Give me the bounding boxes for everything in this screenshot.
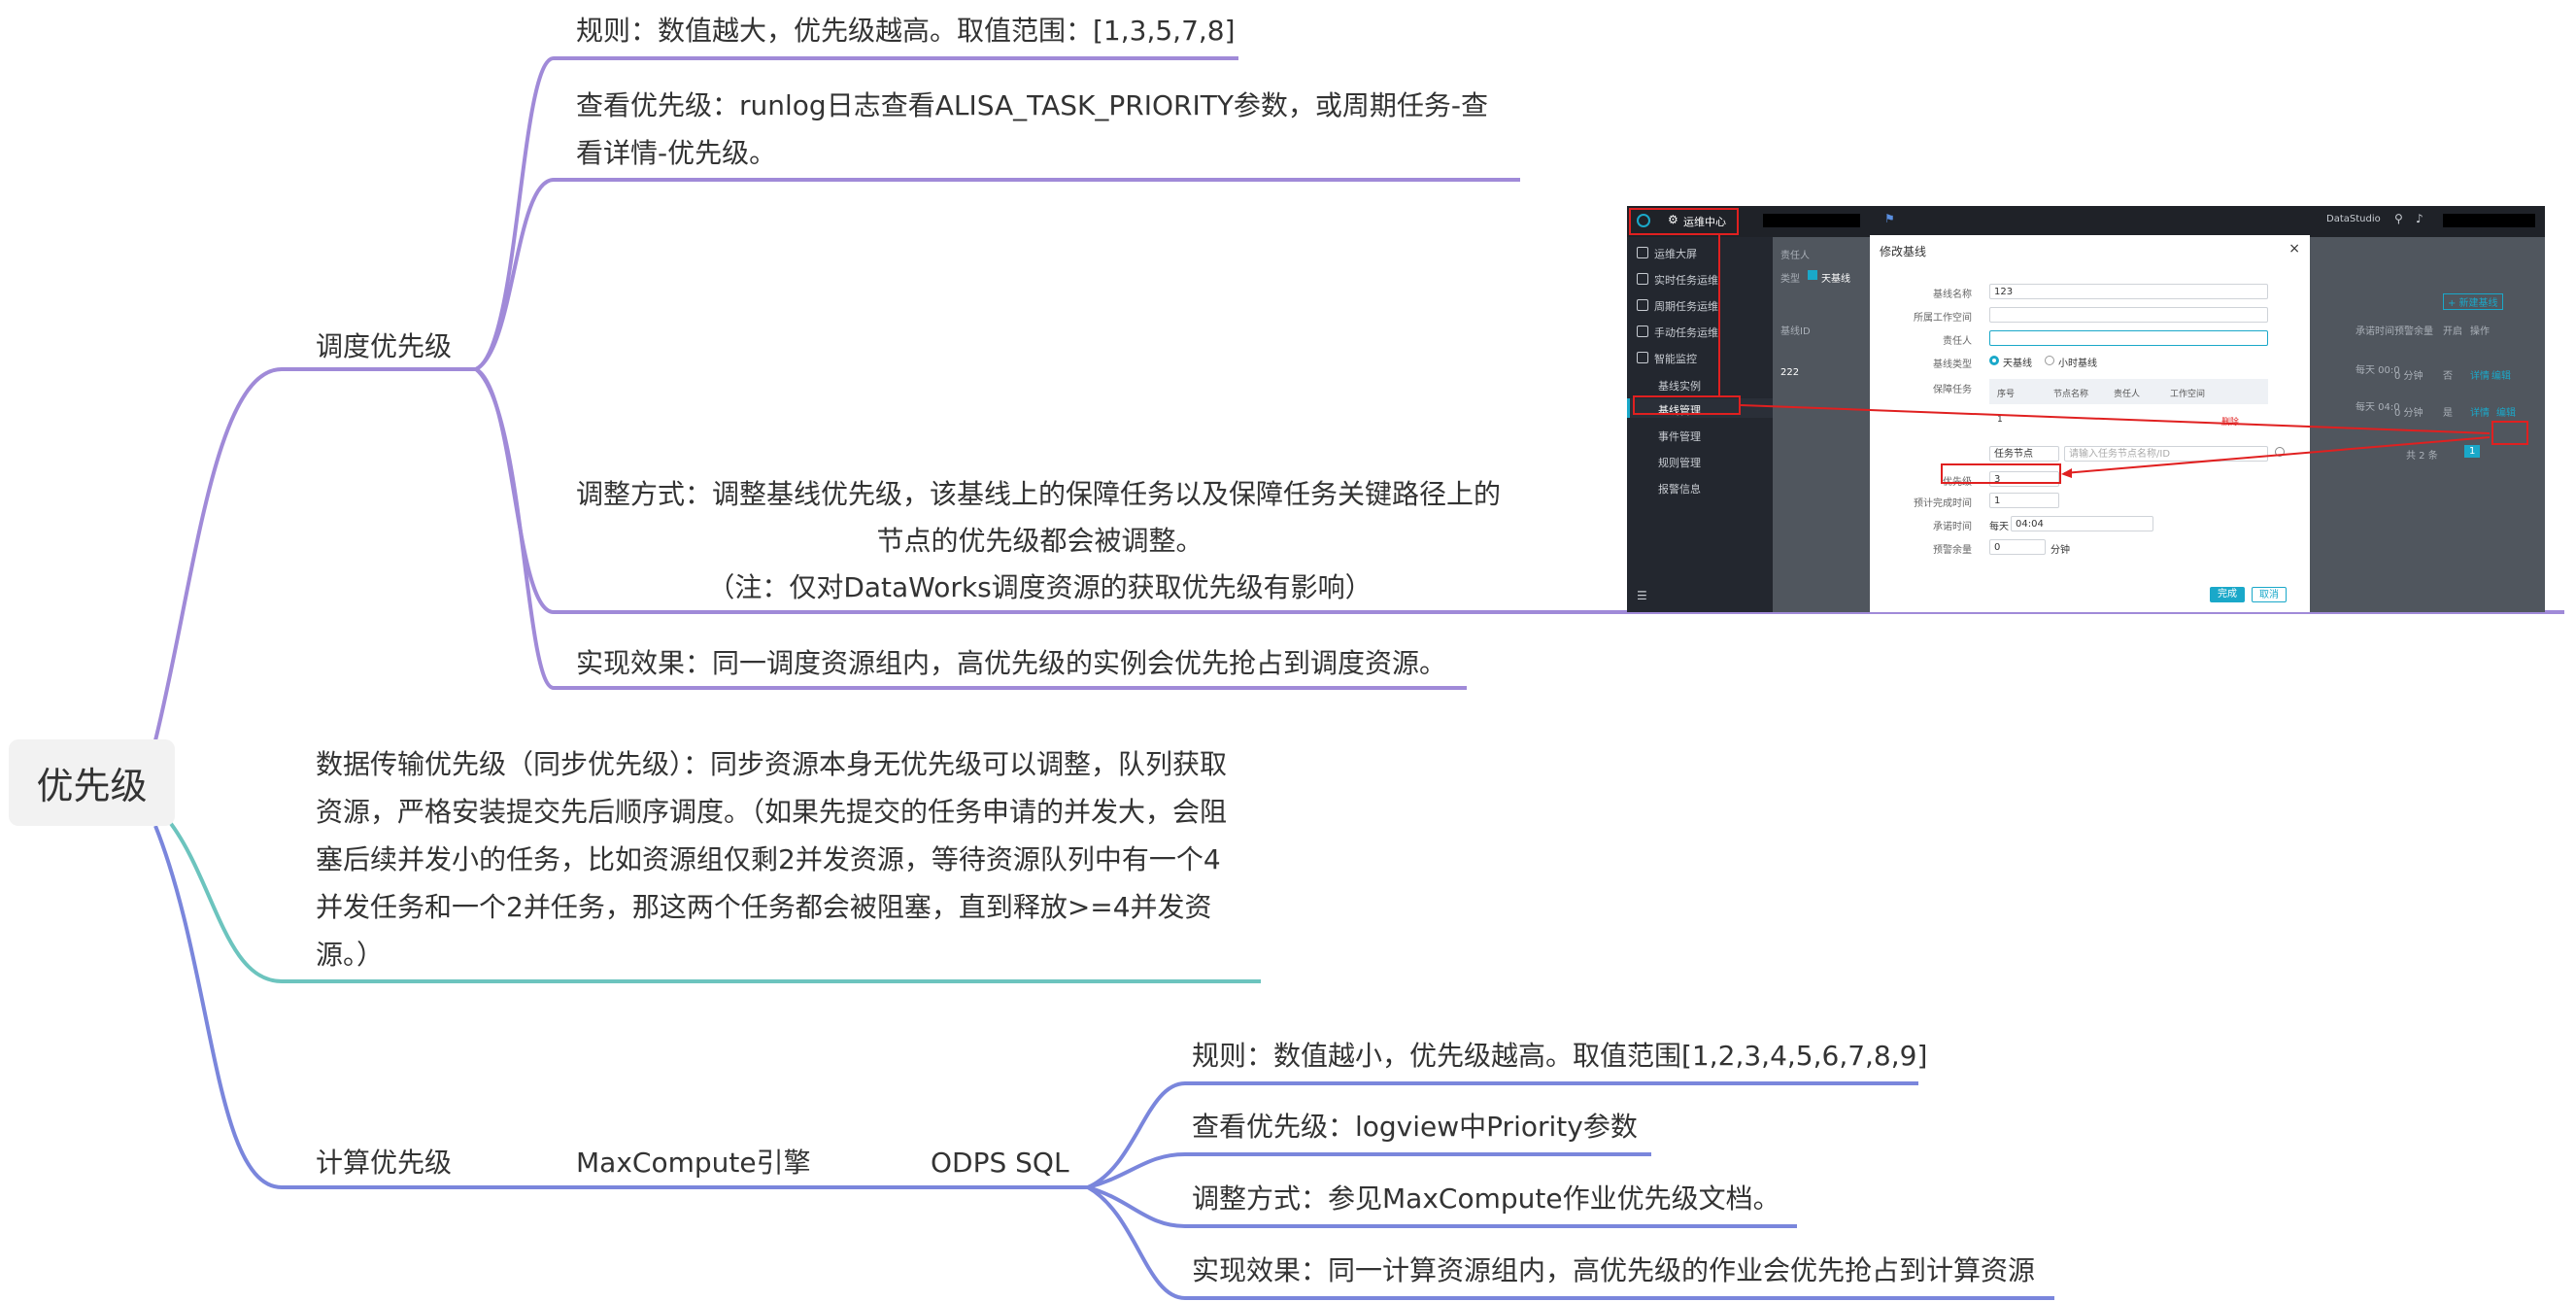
branch-scheduling [153,367,283,741]
node-sched-adjust-line3: （注：仅对DataWorks调度资源的获取优先级有影响） [707,571,1373,603]
branch-sched-view [474,178,555,371]
branch-sched-effect [474,367,555,690]
node-compute-rule[interactable]: 规则：数值越小，优先级越高。取值范围[1,2,3,4,5,6,7,8,9] [1192,1032,1927,1079]
node-sched-adjust-line1[interactable]: 调整方式：调整基线优先级，该基线上的保障任务以及保障任务关键路径上的 [576,470,1501,518]
annotation-arrows [1718,235,2491,478]
branch-sched-rule [474,56,555,371]
node-transfer-line2: 资源，严格安装提交先后顺序调度。（如果先提交的任务申请的并发大，会阻 [316,796,1228,828]
node-scheduling-priority[interactable]: 调度优先级 [316,323,452,370]
node-sched-rule[interactable]: 规则：数值越大，优先级越高。取值范围：[1,3,5,7,8] [576,7,1236,54]
node-transfer-line3: 塞后续并发小的任务，比如资源组仅剩2并发资源，等待资源队列中有一个4 [316,843,1221,875]
root-node[interactable]: 优先级 [9,739,175,826]
node-compute-adjust[interactable]: 调整方式：参见MaxCompute作业优先级文档。 [1192,1175,1780,1222]
node-sched-view-line2: 看详情-优先级。 [576,137,777,169]
node-sched-view-line1[interactable]: 查看优先级：runlog日志查看ALISA_TASK_PRIORITY参数，或周… [576,82,1488,129]
node-transfer-line1[interactable]: 数据传输优先级（同步优先级）：同步资源本身无优先级可以调整，队列获取 [316,740,1227,788]
node-transfer-line4: 并发任务和一个2并任务，那这两个任务都会被阻塞，直到释放>=4并发资 [316,891,1212,923]
node-compute-effect[interactable]: 实现效果：同一计算资源组内，高优先级的作业会优先抢占到计算资源 [1192,1247,2035,1294]
embedded-screenshot: ⚙ 运维中心 ⚑ DataStudio ⚲ ♪ 运维大屏 实时任务运维 周期任务… [1627,206,2545,612]
node-transfer-line5: 源。） [316,939,385,971]
node-sched-adjust-line2: 节点的优先级都会被调整。 [876,525,1203,557]
node-sched-effect[interactable]: 实现效果：同一调度资源组内，高优先级的实例会优先抢占到调度资源。 [576,639,1446,687]
branch-transfer [163,814,283,983]
root-label: 优先级 [36,765,148,807]
node-compute-priority[interactable]: 计算优先级 [316,1139,452,1186]
node-odps-sql[interactable]: ODPS SQL [931,1139,1069,1186]
branch-compute [153,825,283,1189]
node-compute-view[interactable]: 查看优先级：logview中Priority参数 [1192,1103,1638,1150]
node-maxcompute-engine[interactable]: MaxCompute引擎 [576,1139,811,1186]
